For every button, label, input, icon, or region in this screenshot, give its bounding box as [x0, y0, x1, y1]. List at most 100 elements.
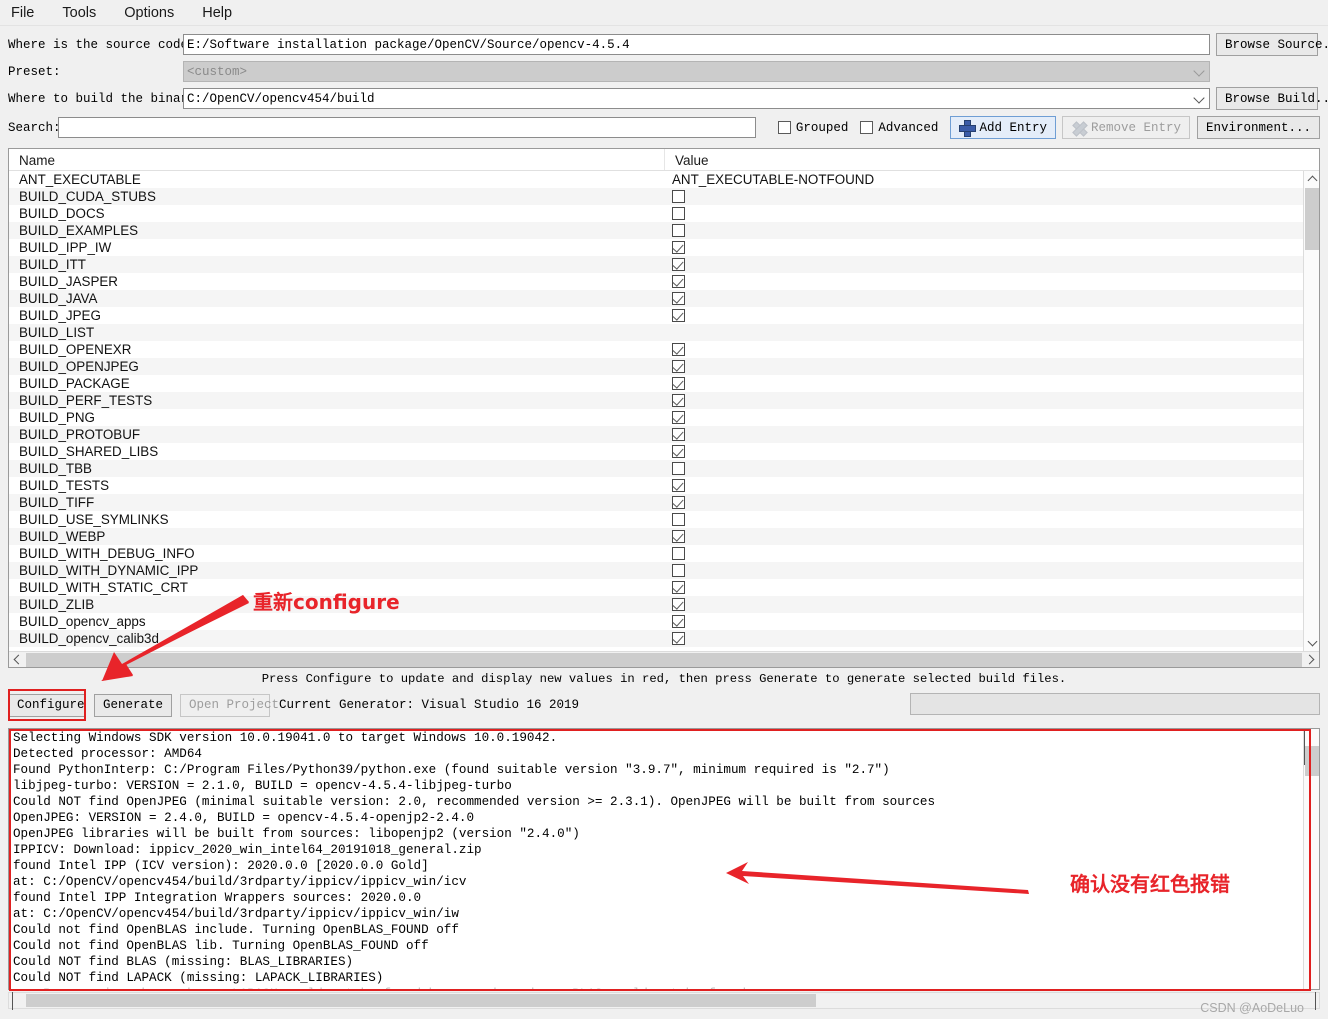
- log-horizontal-scrollbar[interactable]: [8, 991, 1320, 1010]
- cache-variable-value[interactable]: [665, 394, 1319, 407]
- table-vertical-scrollbar[interactable]: [1303, 171, 1319, 651]
- table-row[interactable]: BUILD_USE_SYMLINKS: [9, 511, 1319, 528]
- table-row[interactable]: BUILD_WITH_DYNAMIC_IPP: [9, 562, 1319, 579]
- cache-variable-value[interactable]: [665, 615, 1319, 628]
- cache-variable-value[interactable]: [665, 479, 1319, 492]
- checkbox-checked-icon[interactable]: [672, 530, 685, 543]
- browse-source-button[interactable]: Browse Source...: [1216, 33, 1328, 56]
- checkbox-checked-icon[interactable]: [672, 581, 685, 594]
- environment-button[interactable]: Environment...: [1196, 116, 1320, 139]
- scroll-left-icon[interactable]: [9, 652, 25, 668]
- cache-variable-value[interactable]: [665, 258, 1319, 271]
- advanced-checkbox[interactable]: Advanced: [860, 121, 938, 135]
- checkbox-unchecked-icon[interactable]: [672, 564, 685, 577]
- menu-file[interactable]: File: [8, 3, 47, 23]
- cache-variable-value[interactable]: [665, 428, 1319, 441]
- column-header-value[interactable]: Value: [665, 149, 1319, 170]
- build-input[interactable]: C:/OpenCV/opencv454/build: [183, 88, 1210, 109]
- scroll-up-icon[interactable]: [1304, 171, 1319, 187]
- table-row[interactable]: BUILD_WITH_DEBUG_INFO: [9, 545, 1319, 562]
- cache-variable-value[interactable]: [665, 241, 1319, 254]
- browse-build-button[interactable]: Browse Build...: [1216, 87, 1328, 110]
- scroll-down-icon[interactable]: [1304, 635, 1319, 651]
- cache-variable-value[interactable]: [665, 445, 1319, 458]
- cache-variable-value[interactable]: [665, 275, 1319, 288]
- checkbox-checked-icon[interactable]: [672, 428, 685, 441]
- table-row[interactable]: BUILD_PNG: [9, 409, 1319, 426]
- cache-variable-value[interactable]: [665, 207, 1319, 220]
- table-row[interactable]: BUILD_LIST: [9, 324, 1319, 341]
- checkbox-unchecked-icon[interactable]: [672, 190, 685, 203]
- cache-variable-value[interactable]: [665, 360, 1319, 373]
- checkbox-unchecked-icon[interactable]: [672, 224, 685, 237]
- log-scroll-thumb[interactable]: [1305, 746, 1319, 776]
- checkbox-checked-icon[interactable]: [672, 377, 685, 390]
- table-row[interactable]: BUILD_CUDA_STUBS: [9, 188, 1319, 205]
- checkbox-unchecked-icon[interactable]: [672, 513, 685, 526]
- table-row[interactable]: BUILD_SHARED_LIBS: [9, 443, 1319, 460]
- log-scroll-left-icon[interactable]: [9, 991, 13, 1010]
- scroll-right-icon[interactable]: [1303, 652, 1319, 668]
- table-horizontal-scrollbar[interactable]: [9, 651, 1319, 667]
- generate-button[interactable]: Generate: [94, 693, 172, 717]
- hscroll-thumb[interactable]: [26, 653, 1302, 667]
- checkbox-unchecked-icon[interactable]: [672, 547, 685, 560]
- table-row[interactable]: BUILD_PERF_TESTS: [9, 392, 1319, 409]
- source-input[interactable]: E:/Software installation package/OpenCV/…: [183, 34, 1210, 55]
- checkbox-checked-icon[interactable]: [672, 615, 685, 628]
- log-scroll-up-icon[interactable]: [1304, 729, 1319, 747]
- cache-variable-value[interactable]: [665, 598, 1319, 611]
- search-input[interactable]: [58, 117, 756, 138]
- cache-variable-value[interactable]: [665, 292, 1319, 305]
- cache-variable-value[interactable]: [665, 530, 1319, 543]
- cache-variable-value[interactable]: [665, 462, 1319, 475]
- checkbox-checked-icon[interactable]: [672, 309, 685, 322]
- checkbox-checked-icon[interactable]: [672, 479, 685, 492]
- table-row[interactable]: ANT_EXECUTABLE ANT_EXECUTABLE-NOTFOUND: [9, 171, 1319, 188]
- table-row[interactable]: BUILD_OPENJPEG: [9, 358, 1319, 375]
- cache-variable-value[interactable]: [665, 513, 1319, 526]
- add-entry-button[interactable]: Add Entry: [950, 116, 1056, 139]
- checkbox-unchecked-icon[interactable]: [672, 462, 685, 475]
- checkbox-checked-icon[interactable]: [672, 275, 685, 288]
- checkbox-checked-icon[interactable]: [672, 632, 685, 645]
- log-hscroll-thumb[interactable]: [26, 994, 816, 1007]
- table-row[interactable]: BUILD_IPP_IW: [9, 239, 1319, 256]
- checkbox-checked-icon[interactable]: [672, 360, 685, 373]
- checkbox-checked-icon[interactable]: [672, 496, 685, 509]
- checkbox-checked-icon[interactable]: [672, 241, 685, 254]
- cache-variable-value[interactable]: [665, 564, 1319, 577]
- table-row[interactable]: BUILD_WEBP: [9, 528, 1319, 545]
- cache-variable-value[interactable]: [665, 496, 1319, 509]
- table-row[interactable]: BUILD_EXAMPLES: [9, 222, 1319, 239]
- table-row[interactable]: BUILD_JPEG: [9, 307, 1319, 324]
- table-row[interactable]: BUILD_TBB: [9, 460, 1319, 477]
- scroll-thumb[interactable]: [1305, 188, 1319, 250]
- preset-select[interactable]: <custom>: [183, 61, 1210, 82]
- cache-variable-value[interactable]: [665, 309, 1319, 322]
- menu-tools[interactable]: Tools: [59, 3, 109, 23]
- cache-variable-value[interactable]: [665, 224, 1319, 237]
- checkbox-checked-icon[interactable]: [672, 445, 685, 458]
- cache-variable-value[interactable]: [665, 411, 1319, 424]
- table-row[interactable]: BUILD_JAVA: [9, 290, 1319, 307]
- table-row[interactable]: BUILD_opencv_apps: [9, 613, 1319, 630]
- grouped-checkbox[interactable]: Grouped: [777, 121, 848, 135]
- table-row[interactable]: BUILD_PROTOBUF: [9, 426, 1319, 443]
- log-vertical-scrollbar[interactable]: [1303, 729, 1319, 989]
- table-row[interactable]: BUILD_DOCS: [9, 205, 1319, 222]
- table-row[interactable]: BUILD_PACKAGE: [9, 375, 1319, 392]
- checkbox-checked-icon[interactable]: [672, 258, 685, 271]
- menu-help[interactable]: Help: [199, 3, 245, 23]
- cache-variable-value[interactable]: [665, 632, 1319, 645]
- checkbox-checked-icon[interactable]: [672, 598, 685, 611]
- checkbox-checked-icon[interactable]: [672, 292, 685, 305]
- menu-options[interactable]: Options: [121, 3, 187, 23]
- table-row[interactable]: BUILD_WITH_STATIC_CRT: [9, 579, 1319, 596]
- table-row[interactable]: BUILD_TIFF: [9, 494, 1319, 511]
- checkbox-checked-icon[interactable]: [672, 343, 685, 356]
- table-row[interactable]: BUILD_ITT: [9, 256, 1319, 273]
- table-row[interactable]: BUILD_OPENEXR: [9, 341, 1319, 358]
- configure-button[interactable]: Configure: [8, 693, 86, 717]
- table-row[interactable]: BUILD_opencv_calib3d: [9, 630, 1319, 647]
